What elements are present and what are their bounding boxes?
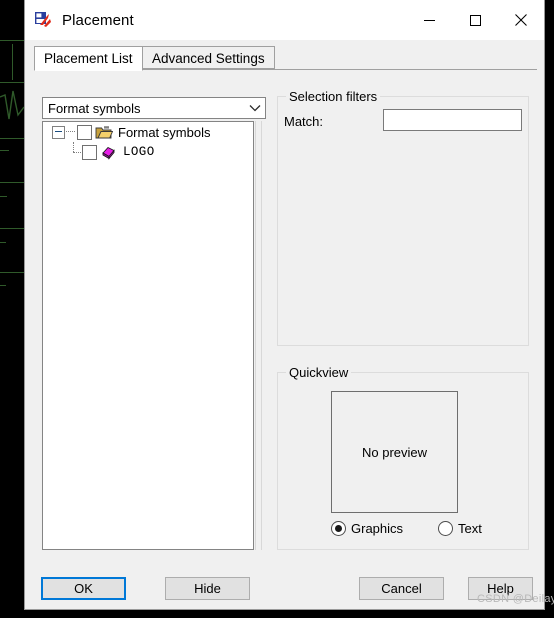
minimize-icon	[423, 19, 435, 21]
tab-placement-list[interactable]: Placement List	[34, 46, 143, 71]
selection-filters-group: Selection filters Match:	[277, 89, 529, 346]
radio-text-label: Text	[458, 521, 482, 536]
title-bar: Placement	[25, 0, 544, 40]
close-button[interactable]	[498, 0, 544, 40]
tab-advanced-settings[interactable]: Advanced Settings	[142, 46, 275, 69]
match-label: Match:	[284, 114, 324, 129]
match-input[interactable]	[383, 109, 522, 131]
radio-text[interactable]: Text	[438, 521, 482, 536]
symbol-type-value: Format symbols	[48, 100, 141, 116]
radio-text-indicator[interactable]	[438, 521, 453, 536]
tree-checkbox[interactable]	[77, 124, 92, 140]
preview-placeholder-text: No preview	[361, 444, 428, 460]
dialog-footer: OK Hide Cancel Help	[25, 565, 544, 609]
placement-tree[interactable]: Format symbols LOGO	[42, 121, 254, 550]
tab-strip: Placement List Advanced Settings	[34, 46, 537, 71]
cad-line	[0, 138, 24, 139]
open-folder-icon	[95, 124, 113, 140]
tab-placement-list-label: Placement List	[44, 51, 133, 66]
tree-connector	[70, 142, 81, 162]
window-controls	[406, 0, 544, 40]
ok-button[interactable]: OK	[41, 577, 126, 600]
radio-graphics-label: Graphics	[351, 521, 404, 536]
symbol-type-combobox[interactable]: Format symbols	[42, 97, 266, 119]
quickview-group: Quickview No preview Graphics Text	[277, 365, 529, 550]
tree-connector	[65, 131, 76, 133]
minimize-button[interactable]	[406, 0, 452, 40]
cad-waveform	[0, 90, 24, 120]
cad-line	[0, 40, 24, 41]
cad-line	[0, 150, 9, 151]
placement-app-icon	[35, 12, 51, 27]
cad-line	[0, 196, 7, 197]
help-button[interactable]: Help	[468, 577, 533, 600]
preview-area: No preview	[331, 391, 458, 513]
tab-advanced-settings-label: Advanced Settings	[152, 51, 265, 66]
quickview-title: Quickview	[286, 365, 352, 380]
placement-dialog: Placement Placement List Advanced Settin…	[24, 0, 554, 610]
panel-splitter[interactable]	[255, 121, 262, 550]
selection-filters-title: Selection filters	[286, 89, 381, 104]
close-icon	[515, 14, 527, 26]
cad-line	[0, 228, 24, 229]
maximize-button[interactable]	[452, 0, 498, 40]
window-title: Placement	[62, 11, 134, 29]
cad-line	[0, 285, 6, 286]
tree-item-logo-label: LOGO	[123, 145, 155, 159]
tree-item-format-symbols[interactable]: Format symbols	[43, 122, 253, 142]
radio-graphics-indicator[interactable]	[331, 521, 346, 536]
tree-item-format-symbols-label: Format symbols	[118, 124, 211, 140]
cad-line	[12, 44, 13, 80]
chevron-down-icon	[245, 104, 265, 112]
tree-item-logo[interactable]: LOGO	[43, 142, 253, 162]
cad-line	[0, 242, 6, 243]
cad-line	[0, 82, 24, 83]
cad-line	[0, 182, 24, 183]
dialog-body: Format symbols Format symbols LOGO Selec…	[34, 70, 537, 559]
collapse-toggle-icon[interactable]	[52, 125, 65, 139]
hide-button[interactable]: Hide	[165, 577, 250, 600]
radio-graphics[interactable]: Graphics	[331, 521, 403, 536]
tree-checkbox[interactable]	[82, 144, 97, 160]
cad-line	[0, 272, 24, 273]
maximize-icon	[469, 14, 481, 26]
magenta-diamond-icon	[100, 144, 118, 160]
cancel-button[interactable]: Cancel	[359, 577, 444, 600]
